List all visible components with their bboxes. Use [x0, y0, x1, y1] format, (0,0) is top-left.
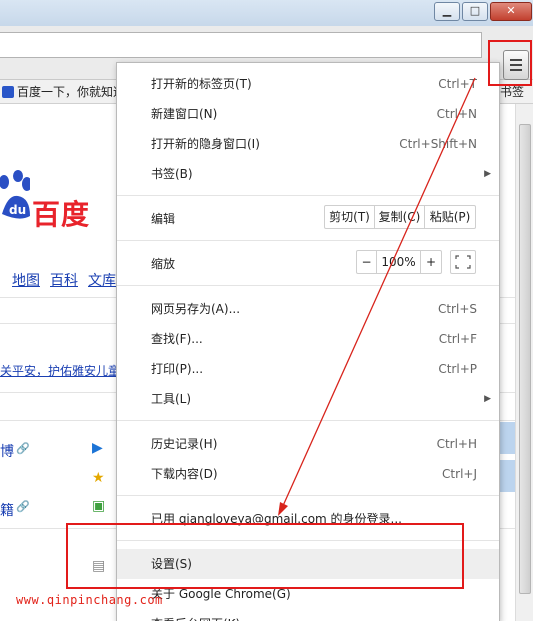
image-icon: ▣: [92, 498, 106, 514]
watermark: www.qinpinchang.com: [16, 593, 163, 607]
svg-text:du: du: [9, 203, 26, 217]
bookmark-item[interactable]: 百度一下，你就知道: [0, 83, 125, 101]
page-scrollbar[interactable]: [515, 104, 533, 621]
baidu-nav-links: 地图 百科 文库: [12, 270, 126, 290]
menu-item-tools[interactable]: 工具(L) ▶: [117, 384, 499, 414]
zoom-in-button[interactable]: +: [421, 251, 441, 273]
fullscreen-button[interactable]: [450, 250, 476, 274]
minimize-button[interactable]: ▁: [434, 2, 460, 21]
baidu-logo-text: 百度: [32, 198, 91, 231]
menu-separator: [117, 495, 499, 496]
annotation-box-settings: [66, 523, 464, 589]
news-link[interactable]: 关平安，护佑雅安儿童: [0, 362, 120, 379]
submenu-arrow-icon: ▶: [484, 394, 491, 404]
menu-item-history[interactable]: 历史记录(H) Ctrl+H: [117, 429, 499, 459]
star-icon: ★: [92, 470, 105, 486]
paste-button[interactable]: 粘贴(P): [425, 206, 475, 228]
menu-separator: [117, 240, 499, 241]
menu-item-print[interactable]: 打印(P)... Ctrl+P: [117, 354, 499, 384]
play-icon: ▶: [92, 440, 103, 456]
zoom-out-button[interactable]: −: [357, 251, 377, 273]
cut-button[interactable]: 剪切(T): [325, 206, 375, 228]
fullscreen-icon: [455, 255, 471, 269]
menu-item-incognito[interactable]: 打开新的隐身窗口(I) Ctrl+Shift+N: [117, 129, 499, 159]
side-text[interactable]: 籍: [0, 500, 14, 520]
scrollbar-thumb[interactable]: [519, 124, 531, 594]
link-icon: 🔗: [16, 442, 30, 455]
address-bar[interactable]: [0, 32, 482, 58]
copy-button[interactable]: 复制(C): [375, 206, 425, 228]
maximize-button[interactable]: □: [462, 2, 488, 21]
page-highlight-strip: [498, 460, 515, 492]
menu-item-new-window[interactable]: 新建窗口(N) Ctrl+N: [117, 99, 499, 129]
bookmark-favicon-icon: [2, 86, 14, 98]
menu-item-downloads[interactable]: 下载内容(D) Ctrl+J: [117, 459, 499, 489]
side-text[interactable]: 博: [0, 441, 14, 461]
baidu-paw-icon: du: [0, 170, 30, 219]
nav-link-baike[interactable]: 百科: [50, 273, 78, 289]
menu-separator: [117, 195, 499, 196]
menu-item-find[interactable]: 查找(F)... Ctrl+F: [117, 324, 499, 354]
annotation-box-menu-button: [488, 40, 532, 86]
menu-separator: [117, 285, 499, 286]
submenu-arrow-icon: ▶: [484, 169, 491, 179]
zoom-level: 100%: [377, 251, 421, 273]
nav-link-map[interactable]: 地图: [12, 273, 40, 289]
page-highlight-strip: [498, 422, 515, 454]
close-window-button[interactable]: ✕: [490, 2, 532, 21]
menu-item-save-page[interactable]: 网页另存为(A)... Ctrl+S: [117, 294, 499, 324]
menu-separator: [117, 420, 499, 421]
edit-button-group: 剪切(T) 复制(C) 粘贴(P): [324, 205, 476, 229]
zoom-button-group: − 100% +: [356, 250, 442, 274]
bookmark-label: 百度一下，你就知道: [17, 85, 126, 99]
menu-item-view-background[interactable]: 查看后台网页(K): [117, 609, 499, 621]
menu-item-new-tab[interactable]: 打开新的标签页(T) Ctrl+T: [117, 69, 499, 99]
menu-item-bookmarks[interactable]: 书签(B) ▶: [117, 159, 499, 189]
nav-link-wenku[interactable]: 文库: [88, 273, 116, 289]
link-icon: 🔗: [16, 500, 30, 513]
title-bar: ▁ □ ✕: [0, 0, 533, 26]
